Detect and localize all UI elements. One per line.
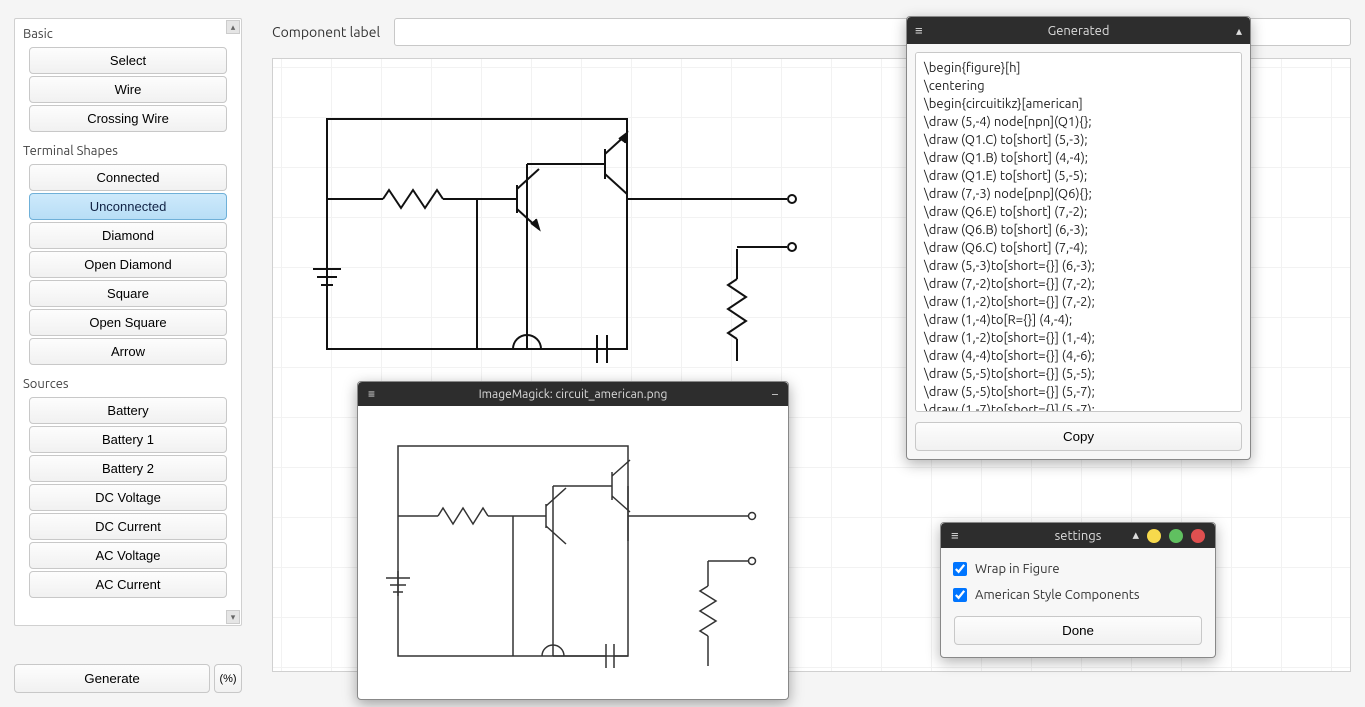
imagemagick-window[interactable]: ≡ ImageMagick: circuit_american.png – [357, 381, 789, 700]
code-line: \draw (Q6.B) to[short] (6,-3); [924, 221, 1233, 239]
settings-titlebar[interactable]: ≡ settings ▴ [941, 523, 1215, 548]
code-line: \draw (7,-2)to[short={}] (7,-2); [924, 275, 1233, 293]
btn-open-diamond[interactable]: Open Diamond [29, 251, 227, 278]
btn-open-square[interactable]: Open Square [29, 309, 227, 336]
code-line: \draw (4,-4)to[short={}] (4,-6); [924, 347, 1233, 365]
code-line: \draw (Q1.B) to[short] (4,-4); [924, 149, 1233, 167]
btn-unconnected[interactable]: Unconnected [29, 193, 227, 220]
code-line: \begin{figure}[h] [924, 59, 1233, 77]
dot-green-icon[interactable] [1169, 529, 1183, 543]
american-style-checkbox[interactable] [953, 588, 967, 602]
section-basic-title: Basic [19, 21, 237, 45]
american-style-label: American Style Components [975, 588, 1140, 602]
bottom-row: Generate (%) [14, 664, 242, 693]
dot-yellow-icon[interactable] [1147, 529, 1161, 543]
section-sources-title: Sources [19, 371, 237, 395]
btn-crossing-wire[interactable]: Crossing Wire [29, 105, 227, 132]
generated-body: \begin{figure}[h]\centering\begin{circui… [907, 44, 1250, 459]
scroll-down-icon[interactable]: ▾ [226, 610, 240, 624]
copy-button[interactable]: Copy [915, 422, 1242, 451]
code-line: \draw (1,-4)to[R={}] (4,-4); [924, 311, 1233, 329]
imagemagick-titlebar[interactable]: ≡ ImageMagick: circuit_american.png – [358, 382, 788, 406]
code-line: \begin{circuitikz}[american] [924, 95, 1233, 113]
btn-dc-current[interactable]: DC Current [29, 513, 227, 540]
collapse-icon[interactable]: ▴ [1132, 528, 1139, 543]
percent-button[interactable]: (%) [214, 664, 242, 693]
done-button[interactable]: Done [954, 616, 1202, 645]
generated-window[interactable]: ≡ Generated ▴ \begin{figure}[h]\centerin… [906, 16, 1251, 460]
minimize-icon[interactable]: – [772, 388, 778, 401]
generated-titlebar[interactable]: ≡ Generated ▴ [907, 17, 1250, 44]
wrap-figure-checkbox[interactable] [953, 562, 967, 576]
btn-dc-voltage[interactable]: DC Voltage [29, 484, 227, 511]
hamburger-icon[interactable]: ≡ [951, 528, 959, 543]
code-line: \draw (1,-7)to[short={}] (5,-7); [924, 401, 1233, 412]
code-line: \draw (Q6.E) to[short] (7,-2); [924, 203, 1233, 221]
circuit-drawing [307, 99, 827, 399]
component-palette[interactable]: ▴ Basic Select Wire Crossing Wire Termin… [14, 18, 242, 626]
wrap-figure-label: Wrap in Figure [975, 562, 1060, 576]
code-line: \draw (1,-2)to[short={}] (1,-4); [924, 329, 1233, 347]
btn-diamond[interactable]: Diamond [29, 222, 227, 249]
window-dots [1147, 529, 1205, 543]
scroll-up-icon[interactable]: ▴ [226, 20, 240, 34]
code-line: \draw (Q6.C) to[short] (7,-4); [924, 239, 1233, 257]
imagemagick-body [358, 406, 788, 699]
settings-window[interactable]: ≡ settings ▴ Wrap in Figure American Sty… [940, 522, 1216, 658]
code-line: \draw (Q1.C) to[short] (5,-3); [924, 131, 1233, 149]
btn-battery[interactable]: Battery [29, 397, 227, 424]
american-style-row[interactable]: American Style Components [949, 582, 1207, 608]
btn-wire[interactable]: Wire [29, 76, 227, 103]
btn-ac-current[interactable]: AC Current [29, 571, 227, 598]
generated-code[interactable]: \begin{figure}[h]\centering\begin{circui… [915, 52, 1242, 412]
btn-arrow[interactable]: Arrow [29, 338, 227, 365]
code-line: \draw (7,-3) node[pnp](Q6){}; [924, 185, 1233, 203]
code-line: \draw (1,-2)to[short={}] (7,-2); [924, 293, 1233, 311]
btn-connected[interactable]: Connected [29, 164, 227, 191]
btn-select[interactable]: Select [29, 47, 227, 74]
btn-battery1[interactable]: Battery 1 [29, 426, 227, 453]
btn-square[interactable]: Square [29, 280, 227, 307]
settings-title: settings [1055, 529, 1102, 543]
collapse-icon[interactable]: ▴ [1236, 24, 1242, 38]
section-terminal-title: Terminal Shapes [19, 138, 237, 162]
code-line: \draw (Q1.E) to[short] (5,-5); [924, 167, 1233, 185]
btn-battery2[interactable]: Battery 2 [29, 455, 227, 482]
code-line: \centering [924, 77, 1233, 95]
code-line: \draw (5,-5)to[short={}] (5,-5); [924, 365, 1233, 383]
code-line: \draw (5,-5)to[short={}] (5,-7); [924, 383, 1233, 401]
hamburger-icon[interactable]: ≡ [368, 387, 375, 401]
generate-button[interactable]: Generate [14, 664, 210, 693]
settings-body: Wrap in Figure American Style Components… [941, 548, 1215, 657]
rendered-circuit-image [368, 416, 778, 686]
generated-title: Generated [1048, 24, 1110, 38]
component-label-caption: Component label [272, 24, 380, 40]
wrap-figure-row[interactable]: Wrap in Figure [949, 556, 1207, 582]
code-line: \draw (5,-3)to[short={}] (6,-3); [924, 257, 1233, 275]
imagemagick-title: ImageMagick: circuit_american.png [479, 388, 668, 401]
dot-red-icon[interactable] [1191, 529, 1205, 543]
btn-ac-voltage[interactable]: AC Voltage [29, 542, 227, 569]
hamburger-icon[interactable]: ≡ [915, 23, 923, 38]
code-line: \draw (5,-4) node[npn](Q1){}; [924, 113, 1233, 131]
